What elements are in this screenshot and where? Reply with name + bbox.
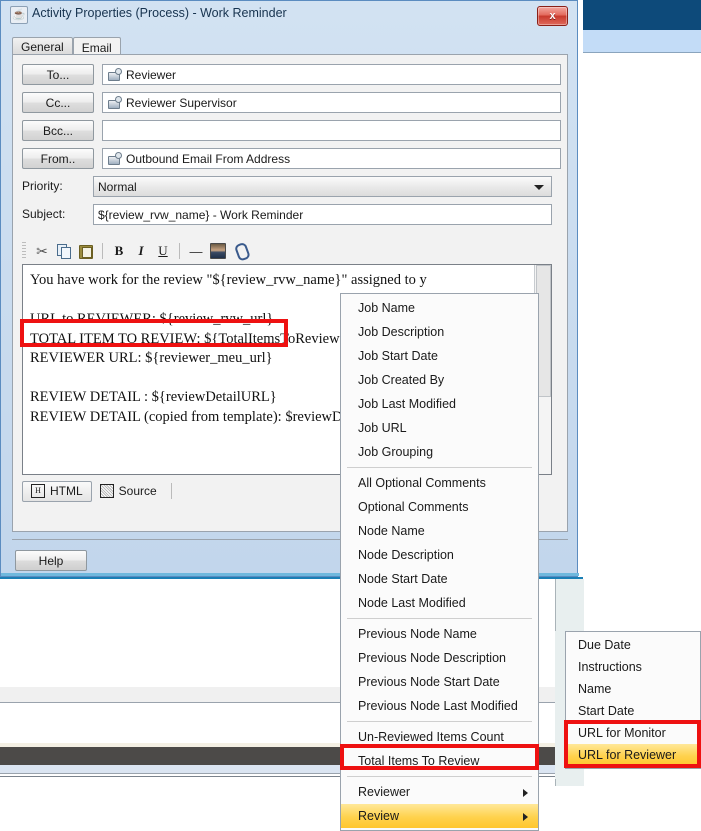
tab-html-label: HTML bbox=[50, 484, 83, 498]
toolbar-grip[interactable] bbox=[22, 242, 26, 260]
insert-image-icon[interactable] bbox=[207, 240, 229, 262]
copy-icon[interactable] bbox=[53, 240, 75, 262]
menu-item-node-name[interactable]: Node Name bbox=[341, 519, 538, 543]
tab-bar: GeneralEmail bbox=[12, 35, 121, 55]
horizontal-rule-icon[interactable]: — bbox=[185, 240, 207, 262]
tab-source[interactable]: Source bbox=[92, 481, 165, 502]
subject-label: Subject: bbox=[22, 207, 65, 221]
menu-separator bbox=[347, 776, 532, 777]
from-value: Outbound Email From Address bbox=[126, 152, 290, 166]
cc-button[interactable]: Cc... bbox=[22, 92, 94, 113]
paste-icon[interactable] bbox=[75, 240, 97, 262]
review-menu-item-highlight bbox=[340, 744, 539, 770]
editor-line: You have work for the review "${review_r… bbox=[30, 271, 535, 291]
help-button[interactable]: Help bbox=[15, 550, 87, 571]
java-coffee-icon: ☕ bbox=[10, 6, 28, 24]
background-window-content bbox=[583, 53, 701, 628]
menu-item-job-name[interactable]: Job Name bbox=[341, 296, 538, 320]
menu-item-job-grouping[interactable]: Job Grouping bbox=[341, 440, 538, 464]
menu-item-review[interactable]: Review bbox=[341, 804, 538, 828]
priority-value: Normal bbox=[98, 180, 137, 194]
html-icon: H bbox=[31, 484, 45, 498]
submenu-item-due-date[interactable]: Due Date bbox=[566, 634, 700, 656]
editor-toolbar: ✂ B I U — bbox=[22, 238, 552, 264]
menu-item-previous-node-start-date[interactable]: Previous Node Start Date bbox=[341, 670, 538, 694]
toolbar-separator bbox=[102, 243, 103, 259]
menu-item-job-description[interactable]: Job Description bbox=[341, 320, 538, 344]
menu-item-reviewer[interactable]: Reviewer bbox=[341, 780, 538, 804]
tab-html[interactable]: H HTML bbox=[22, 481, 92, 502]
menu-item-all-optional-comments[interactable]: All Optional Comments bbox=[341, 471, 538, 495]
tab-source-label: Source bbox=[119, 484, 157, 498]
person-icon bbox=[107, 152, 121, 165]
background-window-toolbar bbox=[583, 30, 701, 53]
cc-value: Reviewer Supervisor bbox=[126, 96, 237, 110]
menu-item-node-last-modified[interactable]: Node Last Modified bbox=[341, 591, 538, 615]
insert-link-icon[interactable] bbox=[229, 240, 251, 262]
window-title: Activity Properties (Process) - Work Rem… bbox=[32, 6, 287, 20]
chevron-down-icon bbox=[534, 185, 544, 190]
menu-item-job-url[interactable]: Job URL bbox=[341, 416, 538, 440]
priority-label: Priority: bbox=[22, 179, 63, 193]
from-button[interactable]: From.. bbox=[22, 148, 94, 169]
menu-item-node-description[interactable]: Node Description bbox=[341, 543, 538, 567]
menu-item-node-start-date[interactable]: Node Start Date bbox=[341, 567, 538, 591]
subject-value: ${review_rvw_name} - Work Reminder bbox=[98, 208, 303, 222]
to-button[interactable]: To... bbox=[22, 64, 94, 85]
submenu-item-name[interactable]: Name bbox=[566, 678, 700, 700]
menu-separator bbox=[347, 721, 532, 722]
url-for-reviewer-highlight bbox=[564, 720, 701, 768]
priority-select[interactable]: Normal bbox=[93, 176, 552, 197]
submenu-item-instructions[interactable]: Instructions bbox=[566, 656, 700, 678]
person-icon bbox=[107, 96, 121, 109]
close-icon[interactable]: x bbox=[537, 6, 568, 26]
dialog-titlebar[interactable]: ☕ Activity Properties (Process) - Work R… bbox=[1, 1, 577, 27]
menu-item-job-created-by[interactable]: Job Created By bbox=[341, 368, 538, 392]
view-tabs-separator bbox=[171, 483, 172, 499]
menu-item-job-last-modified[interactable]: Job Last Modified bbox=[341, 392, 538, 416]
submenu-item-start-date[interactable]: Start Date bbox=[566, 700, 700, 722]
editor-url-to-reviewer-highlight bbox=[20, 319, 288, 347]
underline-icon[interactable]: U bbox=[152, 240, 174, 262]
toolbar-separator bbox=[179, 243, 180, 259]
editor-view-tabs: H HTML Source bbox=[22, 480, 172, 502]
subject-input[interactable]: ${review_rvw_name} - Work Reminder bbox=[93, 204, 552, 225]
menu-separator bbox=[347, 467, 532, 468]
to-input[interactable]: Reviewer bbox=[102, 64, 561, 85]
to-value: Reviewer bbox=[126, 68, 176, 82]
person-icon bbox=[107, 68, 121, 81]
menu-item-previous-node-name[interactable]: Previous Node Name bbox=[341, 622, 538, 646]
menu-item-job-start-date[interactable]: Job Start Date bbox=[341, 344, 538, 368]
cut-icon[interactable]: ✂ bbox=[31, 240, 53, 262]
bold-icon[interactable]: B bbox=[108, 240, 130, 262]
source-icon bbox=[100, 484, 114, 498]
menu-item-optional-comments[interactable]: Optional Comments bbox=[341, 495, 538, 519]
menu-item-previous-node-description[interactable]: Previous Node Description bbox=[341, 646, 538, 670]
bcc-button[interactable]: Bcc... bbox=[22, 120, 94, 141]
from-input[interactable]: Outbound Email From Address bbox=[102, 148, 561, 169]
bcc-input[interactable] bbox=[102, 120, 561, 141]
background-window-header bbox=[583, 0, 701, 30]
menu-item-previous-node-last-modified[interactable]: Previous Node Last Modified bbox=[341, 694, 538, 718]
italic-icon[interactable]: I bbox=[130, 240, 152, 262]
menu-separator bbox=[347, 618, 532, 619]
cc-input[interactable]: Reviewer Supervisor bbox=[102, 92, 561, 113]
